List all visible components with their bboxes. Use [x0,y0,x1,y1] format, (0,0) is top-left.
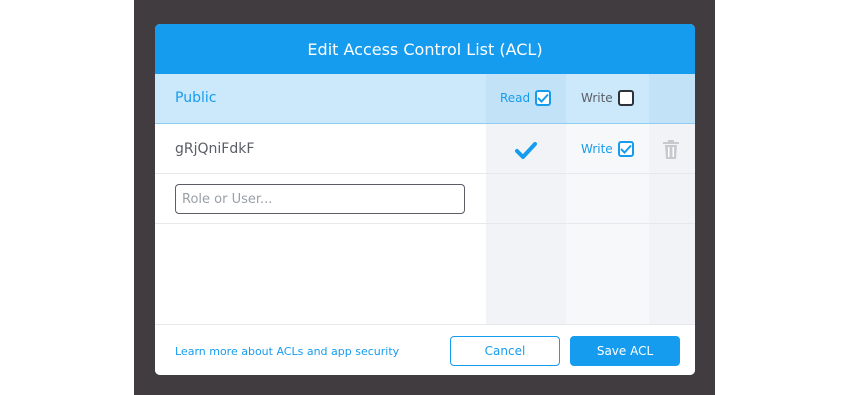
user-write-toggle[interactable]: Write [581,141,634,157]
public-write-label: Write [581,91,613,105]
check-icon [537,93,549,103]
acl-row-user: gRjQniFdkF Write [155,124,695,174]
cancel-button[interactable]: Cancel [450,336,560,366]
public-write-toggle[interactable]: Write [581,90,634,106]
user-write-label: Write [581,142,613,156]
trash-icon[interactable] [663,140,679,159]
dialog-header: Edit Access Control List (ACL) [155,24,695,74]
user-name: gRjQniFdkF [175,141,255,157]
role-or-user-input[interactable] [175,184,465,214]
public-read-checkbox[interactable] [535,90,552,106]
public-write-checkbox[interactable] [617,90,634,106]
dialog-footer: Learn more about ACLs and app security C… [155,324,695,375]
dialog-title: Edit Access Control List (ACL) [307,39,543,59]
edit-acl-dialog: Edit Access Control List (ACL) Public Re… [155,24,695,375]
save-acl-button[interactable]: Save ACL [570,336,680,366]
check-icon [619,144,632,154]
acl-row-public: Public Read Write [155,74,695,124]
learn-more-link[interactable]: Learn more about ACLs and app security [175,345,399,358]
public-label: Public [175,90,217,106]
user-write-checkbox[interactable] [617,141,634,157]
public-read-toggle[interactable]: Read [500,90,552,106]
public-read-label: Read [500,91,531,105]
public-delete-cell [649,74,695,123]
acl-row-new-entry [155,174,695,224]
user-read-check-icon[interactable] [515,142,537,160]
